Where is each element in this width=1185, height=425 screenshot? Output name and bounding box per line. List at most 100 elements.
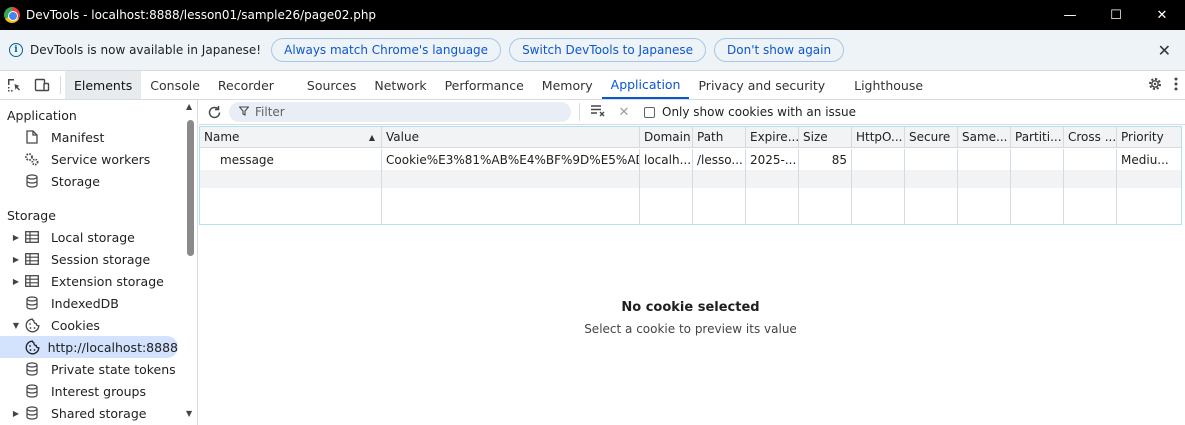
expand-arrow-icon[interactable]: ▶ [11, 255, 21, 264]
cookie-preview-empty-state: No cookie selected Select a cookie to pr… [199, 300, 1182, 336]
refresh-icon[interactable] [199, 105, 229, 120]
database-icon [24, 406, 40, 420]
filter-placeholder: Filter [255, 105, 285, 119]
sidebar-item-service-workers[interactable]: Service workers [0, 148, 197, 170]
sidebar-item-interest-groups[interactable]: Interest groups [0, 380, 197, 402]
sidebar-item-label: Interest groups [51, 383, 146, 399]
maximize-button[interactable]: ☐ [1093, 0, 1139, 30]
tab-recorder[interactable]: Recorder [209, 71, 298, 99]
close-window-button[interactable]: ✕ [1139, 0, 1185, 30]
sidebar-scrollbar-thumb[interactable] [187, 120, 194, 256]
tab-lighthouse[interactable]: Lighthouse [845, 71, 932, 99]
tab-sources[interactable]: Sources [298, 71, 365, 99]
table-grid-icon [24, 230, 40, 244]
cell-partition-key [1011, 149, 1064, 170]
device-toolbar-icon[interactable] [28, 71, 56, 99]
table-grid-icon [24, 252, 40, 266]
only-issue-checkbox[interactable] [644, 106, 655, 118]
sidebar-item-label: IndexedDB [51, 295, 119, 311]
cookies-table: Name ▲ Value Domain Path Expire... Size H… [199, 126, 1182, 225]
preview-subtitle: Select a cookie to preview its value [584, 322, 797, 336]
sidebar-item-storage[interactable]: Storage [0, 170, 197, 192]
sidebar-item-label: Service workers [51, 151, 151, 167]
infobar-message: DevTools is now available in Japanese! [30, 43, 262, 57]
tab-privacy-and-security[interactable]: Privacy and security [689, 71, 845, 99]
column-header-path[interactable]: Path [693, 127, 746, 147]
tab-elements[interactable]: Elements [65, 71, 142, 99]
expand-arrow-icon[interactable]: ▶ [11, 233, 21, 242]
column-header-domain[interactable]: Domain [640, 127, 693, 147]
cell-samesite [958, 149, 1011, 170]
cell-priority: Mediu... [1121, 152, 1169, 167]
cookies-panel: Filter ✕ Only show cookies with an issue… [199, 100, 1185, 425]
chrome-logo-icon [4, 7, 20, 23]
expand-arrow-icon[interactable]: ▶ [11, 277, 21, 286]
sidebar-item-extension-storage[interactable]: ▶ Extension storage [0, 270, 197, 292]
expand-arrow-icon[interactable]: ▶ [11, 409, 21, 418]
tab-console[interactable]: Console [141, 71, 209, 99]
clear-all-cookies-icon[interactable] [588, 104, 608, 121]
sidebar-item-label: Session storage [51, 251, 151, 267]
cookie-icon [25, 340, 40, 354]
tab-memory[interactable]: Memory [533, 71, 602, 99]
sidebar-item-shared-storage[interactable]: ▶ Shared storage [0, 402, 197, 424]
table-row-empty[interactable] [200, 170, 1181, 188]
minimize-button[interactable]: — [1047, 0, 1093, 30]
infobar-close-icon[interactable]: ✕ [1158, 41, 1171, 60]
scroll-up-arrow-icon[interactable]: ▲ [186, 102, 192, 111]
collapse-arrow-icon[interactable]: ▼ [11, 321, 21, 330]
column-header-httponly[interactable]: HttpO... [852, 127, 905, 147]
delete-selected-icon[interactable]: ✕ [614, 105, 634, 120]
table-filler-row [200, 188, 1181, 224]
column-header-name[interactable]: Name ▲ [200, 127, 382, 147]
database-icon [24, 362, 40, 376]
sidebar-item-label: Private state tokens [51, 361, 176, 377]
column-header-secure[interactable]: Secure [905, 127, 958, 147]
sidebar-item-private-state-tokens[interactable]: Private state tokens [0, 358, 197, 380]
column-header-value[interactable]: Value [382, 127, 640, 147]
toolbar-divider [60, 76, 61, 94]
table-row[interactable]: message Cookie%E3%81%AB%E4%BF%9D%E5%AD%.… [200, 149, 1181, 170]
info-icon: i [9, 43, 23, 57]
column-header-size[interactable]: Size [799, 127, 852, 147]
sidebar-item-local-storage[interactable]: ▶ Local storage [0, 226, 197, 248]
cell-expires: 2025-... [746, 149, 799, 170]
tab-network[interactable]: Network [365, 71, 435, 99]
tab-application[interactable]: Application [601, 71, 690, 99]
sort-ascending-icon: ▲ [368, 132, 375, 142]
sidebar-item-session-storage[interactable]: ▶ Session storage [0, 248, 197, 270]
tab-performance[interactable]: Performance [436, 71, 533, 99]
sidebar-header-storage: Storage [7, 207, 56, 223]
dont-show-again-button[interactable]: Don't show again [714, 38, 845, 62]
filter-input[interactable]: Filter [229, 102, 571, 122]
sidebar-item-manifest[interactable]: Manifest [0, 126, 197, 148]
cell-httponly [852, 149, 905, 170]
sidebar-item-label: Manifest [51, 129, 105, 145]
database-icon [24, 296, 40, 310]
cell-name: message [200, 149, 382, 170]
sidebar-item-cookies[interactable]: ▼ Cookies [0, 314, 197, 336]
toolbar-divider [579, 103, 580, 121]
document-icon [24, 130, 40, 144]
more-options-icon[interactable] [1173, 76, 1179, 95]
gears-icon [24, 152, 40, 166]
scroll-down-arrow-icon[interactable]: ▼ [186, 409, 192, 418]
switch-to-japanese-button[interactable]: Switch DevTools to Japanese [509, 38, 706, 62]
column-header-expires[interactable]: Expire... [746, 127, 799, 147]
sidebar-item-indexeddb[interactable]: IndexedDB [0, 292, 197, 314]
inspect-element-icon[interactable] [0, 71, 28, 99]
cell-secure [905, 149, 958, 170]
column-header-samesite[interactable]: Same... [958, 127, 1011, 147]
table-header-row: Name ▲ Value Domain Path Expire... Size H… [200, 127, 1181, 148]
sidebar-item-cookie-origin[interactable]: http://localhost:8888 [0, 336, 178, 358]
language-infobar: i DevTools is now available in Japanese!… [0, 30, 1185, 71]
cell-size: 85 [799, 149, 852, 170]
database-icon [24, 174, 40, 188]
column-header-priority[interactable]: Priority [1117, 127, 1181, 147]
filter-funnel-icon [238, 105, 250, 119]
column-header-cross-site[interactable]: Cross ... [1064, 127, 1117, 147]
column-header-partition-key[interactable]: Partiti... [1011, 127, 1064, 147]
match-chrome-language-button[interactable]: Always match Chrome's language [271, 38, 502, 62]
settings-gear-icon[interactable] [1147, 76, 1163, 95]
sidebar-item-label: Shared storage [51, 405, 147, 421]
